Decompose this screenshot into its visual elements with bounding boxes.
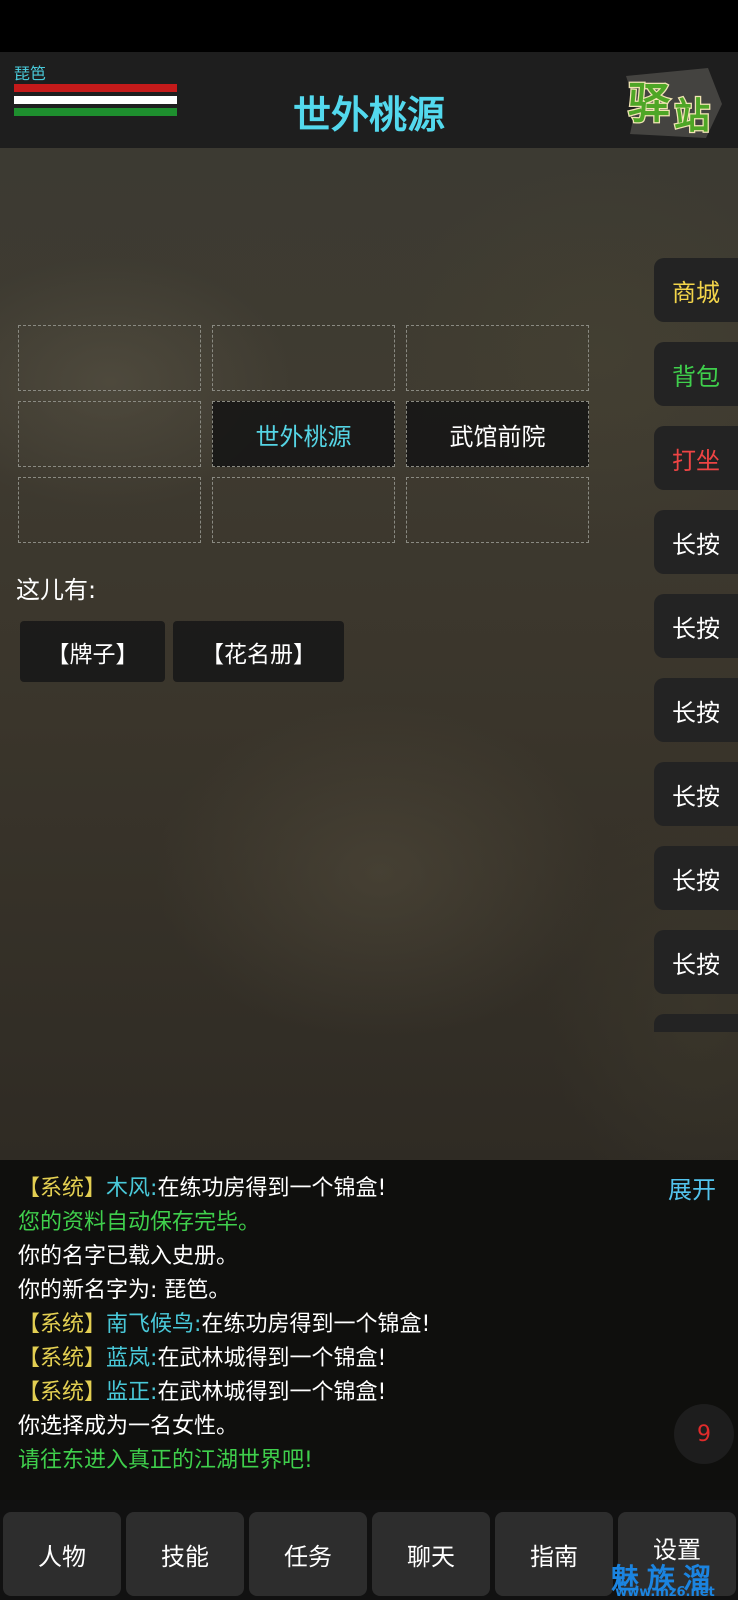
map-cell-west	[18, 401, 201, 467]
map-cell-current: 世外桃源	[212, 401, 395, 467]
log-line: 你的名字已载入史册。	[18, 1244, 239, 1269]
log-line: 你的新名字为: 琵笆。	[18, 1278, 231, 1303]
log-tag: 【系统】	[18, 1176, 107, 1201]
log-line: 【系统】木风:在练功房得到一个锦盒!	[18, 1172, 386, 1206]
log-line: 【系统】监正:在武林城得到一个锦盒!	[18, 1376, 386, 1410]
map-cell-northwest	[18, 325, 201, 391]
watermark: 魅族溜 www.mz6.net	[592, 1557, 738, 1600]
bag-button[interactable]: 背包	[654, 342, 738, 406]
log-tag: 【系统】	[18, 1346, 107, 1371]
map-cell-north	[212, 325, 395, 391]
quick-slot-3[interactable]: 长按	[654, 678, 738, 742]
map-cell-east[interactable]: 武馆前院	[406, 401, 589, 467]
log-text: 在练功房得到一个锦盒!	[157, 1176, 387, 1201]
log-text: 在练功房得到一个锦盒!	[201, 1312, 431, 1337]
notification-badge[interactable]: 9	[674, 1404, 734, 1464]
here-label: 这儿有:	[16, 576, 97, 604]
watermark-url: www.mz6.net	[615, 1585, 715, 1600]
log-player-name: 南飞候鸟:	[106, 1312, 202, 1337]
map-cell-southeast	[406, 477, 589, 543]
quick-slot-5[interactable]: 长按	[654, 846, 738, 910]
nav-chat-button[interactable]: 聊天	[372, 1512, 490, 1596]
item-button-sign[interactable]: 【牌子】	[20, 621, 165, 682]
station-logo-icon: 驿 站	[626, 68, 722, 138]
log-line: 【系统】蓝岚:在武林城得到一个锦盒!	[18, 1342, 386, 1376]
svg-text:驿: 驿	[628, 79, 671, 128]
status-bar	[0, 0, 738, 52]
nav-skills-button[interactable]: 技能	[126, 1512, 244, 1596]
log-line: 您的资料自动保存完毕。	[18, 1210, 261, 1235]
item-button-roster[interactable]: 【花名册】	[173, 621, 344, 682]
log-text: 在武林城得到一个锦盒!	[157, 1346, 387, 1371]
quick-slot-2[interactable]: 长按	[654, 594, 738, 658]
map-cell-south	[212, 477, 395, 543]
log-line: 请往东进入真正的江湖世界吧!	[18, 1448, 313, 1473]
log-player-name: 木风:	[106, 1176, 158, 1201]
map-cell-northeast	[406, 325, 589, 391]
station-logo-button[interactable]: 驿 站	[622, 66, 726, 142]
log-player-name: 监正:	[106, 1380, 158, 1405]
nav-quests-button[interactable]: 任务	[249, 1512, 367, 1596]
expand-log-button[interactable]: 展开	[668, 1170, 716, 1205]
log-text: 在武林城得到一个锦盒!	[157, 1380, 387, 1405]
log-player-name: 蓝岚:	[106, 1346, 158, 1371]
meditate-button[interactable]: 打坐	[654, 426, 738, 490]
shop-button[interactable]: 商城	[654, 258, 738, 322]
quick-slot-partial[interactable]	[654, 1014, 738, 1032]
svg-text:站: 站	[674, 96, 710, 137]
log-tag: 【系统】	[18, 1312, 107, 1337]
map-cell-southwest	[18, 477, 201, 543]
quick-slot-6[interactable]: 长按	[654, 930, 738, 994]
player-name: 琵笆	[14, 64, 47, 83]
scene-background	[0, 52, 738, 1160]
log-tag: 【系统】	[18, 1380, 107, 1405]
nav-character-button[interactable]: 人物	[3, 1512, 121, 1596]
quick-slot-4[interactable]: 长按	[654, 762, 738, 826]
log-line: 【系统】南飞候鸟:在练功房得到一个锦盒!	[18, 1308, 430, 1342]
quick-slot-1[interactable]: 长按	[654, 510, 738, 574]
log-line: 你选择成为一名女性。	[18, 1414, 239, 1439]
